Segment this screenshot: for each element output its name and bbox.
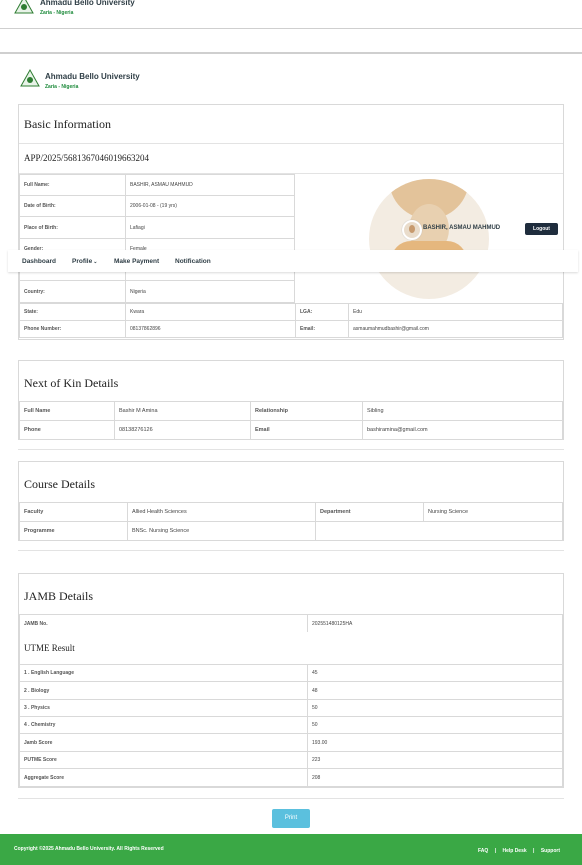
state-label: State: xyxy=(19,303,126,321)
footer-link-help-desk[interactable]: Help Desk xyxy=(502,848,526,854)
nav-dashboard[interactable]: Dashboard xyxy=(22,258,56,265)
basic-info-title: Basic Information xyxy=(24,117,111,131)
email-label: Email: xyxy=(295,320,349,338)
result-label: Aggregate Score xyxy=(19,768,308,787)
programme-label: Programme xyxy=(19,521,128,541)
result-label: 3 . Physics xyxy=(19,699,308,717)
kin-phone-value: 08138276126 xyxy=(114,420,251,440)
footer-copyright: Copyright ©2025 Ahmadu Bello University.… xyxy=(14,846,164,852)
divider xyxy=(18,550,564,551)
nav-notification[interactable]: Notification xyxy=(175,258,211,265)
kin-fullname-value: Bashir M Amina xyxy=(114,401,251,421)
application-number: APP/2025/5681367046019663204 xyxy=(24,153,150,163)
dob-value: 2006-01-08 - (19 yrs) xyxy=(125,195,295,217)
divider xyxy=(0,52,582,54)
result-label: Jamb Score xyxy=(19,733,308,752)
basic-info-table: Full Name: BASHIR, ASMAU MAHMUD Date of B… xyxy=(19,174,295,303)
top-university-name: Ahmadu Bello University xyxy=(40,0,135,7)
print-button[interactable]: Print xyxy=(272,809,310,828)
divider xyxy=(19,143,563,144)
state-value: Kwara xyxy=(125,303,296,321)
basic-contact-table: State: Kwara LGA: Edu Phone Number: 0813… xyxy=(19,303,563,338)
dob-label: Date of Birth: xyxy=(19,195,126,217)
footer-links: FAQ | Help Desk | Support xyxy=(478,848,560,854)
result-value: 50 xyxy=(307,716,563,734)
result-value: 50 xyxy=(307,699,563,717)
top-university-location: Zaria - Nigeria xyxy=(40,10,74,16)
divider xyxy=(18,798,564,799)
faculty-label: Faculty xyxy=(19,502,128,522)
course-details-title: Course Details xyxy=(24,477,95,491)
footer-link-faq[interactable]: FAQ xyxy=(478,848,488,854)
country-value: Nigeria xyxy=(125,280,295,303)
footer-separator: | xyxy=(533,848,535,854)
jamb-no-value: 202551480125HA xyxy=(307,614,563,633)
utme-result-title: UTME Result xyxy=(24,643,75,653)
jamb-no-label: JAMB No. xyxy=(19,614,308,633)
next-of-kin-table: Full Name Bashir M Amina Relationship Si… xyxy=(19,401,563,440)
result-value: 223 xyxy=(307,751,563,769)
department-label: Department xyxy=(315,502,424,522)
user-avatar[interactable] xyxy=(402,220,422,240)
avatar-face xyxy=(409,225,415,233)
fullname-value: BASHIR, ASMAU MAHMUD xyxy=(125,174,295,196)
kin-relationship-label: Relationship xyxy=(250,401,363,421)
result-label: 2 . Biology xyxy=(19,681,308,700)
kin-email-label: Email xyxy=(250,420,363,440)
top-header: Ahmadu Bello University Zaria - Nigeria xyxy=(0,0,582,29)
kin-phone-label: Phone xyxy=(19,420,115,440)
kin-relationship-value: Sibling xyxy=(362,401,563,421)
university-logo-icon xyxy=(20,69,40,87)
result-label: 1 . English Language xyxy=(19,664,308,682)
course-details-table: Faculty Allied Health Sciences Departmen… xyxy=(19,502,563,541)
logout-button[interactable]: Logout xyxy=(525,223,558,235)
phone-label: Phone Number: xyxy=(19,320,126,338)
nav-make-payment[interactable]: Make Payment xyxy=(114,258,159,265)
result-value: 45 xyxy=(307,664,563,682)
department-value: Nursing Science xyxy=(423,502,563,522)
utme-result-table: 1 . English Language 45 2 . Biology 48 3 .… xyxy=(19,664,563,787)
footer-link-support[interactable]: Support xyxy=(541,848,560,854)
footer: Copyright ©2025 Ahmadu Bello University.… xyxy=(0,834,582,865)
result-value: 48 xyxy=(307,681,563,700)
result-value: 193.00 xyxy=(307,733,563,752)
jamb-details-title: JAMB Details xyxy=(24,589,93,603)
user-name: BASHIR, ASMAU MAHMUD xyxy=(423,225,501,231)
kin-fullname-label: Full Name xyxy=(19,401,115,421)
fullname-label: Full Name: xyxy=(19,174,126,196)
result-value: 208 xyxy=(307,768,563,787)
nav-profile[interactable]: Profile⌄ xyxy=(72,258,97,265)
lga-value: Edu xyxy=(348,303,563,321)
phone-value: 08137862896 xyxy=(125,320,296,338)
faculty-value: Allied Health Sciences xyxy=(127,502,316,522)
country-label: Country: xyxy=(19,280,126,303)
utme-header xyxy=(19,632,563,664)
divider xyxy=(18,449,564,450)
lga-label: LGA: xyxy=(295,303,349,321)
result-label: 4 . Chemistry xyxy=(19,716,308,734)
chevron-down-icon: ⌄ xyxy=(93,259,98,265)
footer-separator: | xyxy=(494,848,497,854)
programme-value: BNSc. Nursing Science xyxy=(127,521,316,541)
nav-profile-label: Profile xyxy=(72,258,93,265)
jamb-number-table: JAMB No. 202551480125HA xyxy=(19,614,563,633)
result-label: PUTME Score xyxy=(19,751,308,769)
email-value: asmaumahmudbashir@gmail.com xyxy=(348,320,563,338)
university-name: Ahmadu Bello University xyxy=(45,72,140,81)
pob-value: Lafiagi xyxy=(125,216,295,239)
next-of-kin-title: Next of Kin Details xyxy=(24,376,119,390)
pob-label: Place of Birth: xyxy=(19,216,126,239)
university-logo-icon xyxy=(14,0,34,14)
kin-email-value: bashiramina@gmail.com xyxy=(362,420,563,440)
university-location: Zaria - Nigeria xyxy=(45,84,79,90)
student-photo xyxy=(369,179,489,299)
